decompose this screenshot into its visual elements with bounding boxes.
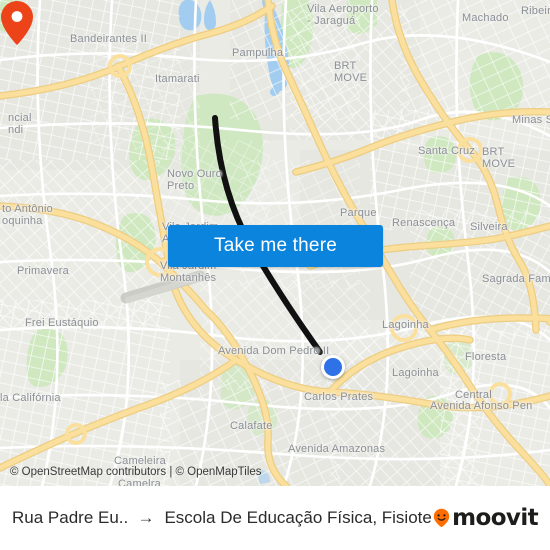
- origin-dot-marker[interactable]: [321, 355, 345, 379]
- footer-bar: Rua Padre Eu... → Escola De Educação Fís…: [0, 486, 550, 550]
- arrow-right-icon: →: [137, 508, 155, 527]
- map-canvas[interactable]: Bandeirantes II Pampulha Vila Aeroporto - …: [0, 0, 550, 486]
- route-origin-label: Rua Padre Eu...: [12, 508, 128, 527]
- route-destination-label: Escola De Educação Física, Fisiote...: [164, 508, 434, 527]
- destination-pin-icon[interactable]: [0, 0, 34, 46]
- moovit-pin-icon: [433, 508, 450, 528]
- moovit-route-card: Bandeirantes II Pampulha Vila Aeroporto - …: [0, 0, 550, 550]
- moovit-wordmark: moovit: [452, 505, 538, 531]
- route-summary: Rua Padre Eu... → Escola De Educação Fís…: [12, 508, 433, 528]
- moovit-logo[interactable]: moovit: [433, 505, 539, 531]
- take-me-there-button[interactable]: Take me there: [168, 225, 383, 267]
- map-attribution: © OpenStreetMap contributors | © OpenMap…: [10, 466, 262, 478]
